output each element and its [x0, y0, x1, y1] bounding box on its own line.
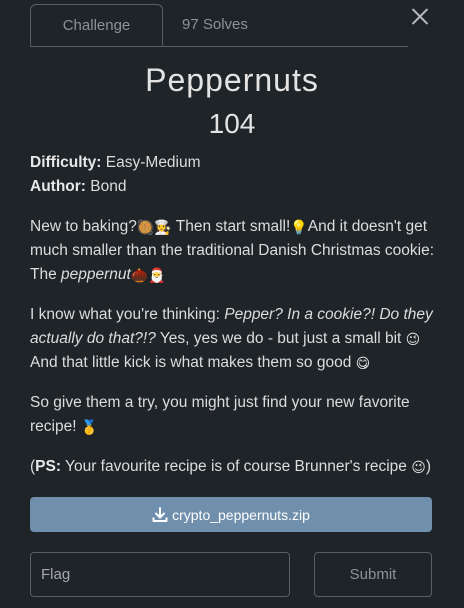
paragraph-3: So give them a try, you might just find …	[30, 391, 440, 439]
challenge-points: 104	[208, 108, 256, 139]
chestnut-icon: 🌰	[130, 267, 149, 283]
p4-label: PS:	[35, 458, 62, 475]
p1-text-a: New to baking?	[30, 218, 137, 235]
paragraph-4: (PS: Your favourite recipe is of course …	[30, 455, 440, 479]
challenge-description: Difficulty: Easy-Medium Author: Bond New…	[30, 151, 440, 479]
download-icon	[152, 506, 168, 522]
p2-text-b: Yes, yes we do - but just a small bit	[155, 330, 406, 347]
p4-text: Your favourite recipe is of course Brunn…	[61, 458, 412, 475]
difficulty-value: Easy-Medium	[105, 154, 201, 171]
medal-icon: 🥇	[80, 419, 99, 435]
author-value: Bond	[90, 178, 127, 195]
yum-icon: 😋	[355, 355, 371, 371]
tab-bar: Challenge 97 Solves	[30, 2, 408, 47]
lightbulb-icon: 💡	[290, 219, 308, 235]
tab-challenge[interactable]: Challenge	[30, 4, 163, 46]
close-icon[interactable]	[408, 4, 432, 28]
paragraph-2: I know what you're thinking: Pepper? In …	[30, 303, 440, 375]
challenge-title: Peppernuts	[145, 62, 319, 98]
paragraph-1: New to baking?🥘👩‍🍳 Then start small!💡And…	[30, 215, 440, 287]
santa-icon: 🎅	[148, 267, 166, 283]
difficulty-label: Difficulty:	[30, 154, 102, 171]
author-line: Author: Bond	[30, 175, 440, 199]
cook-icon: 👩‍🍳	[154, 219, 172, 235]
p1-italic: peppernut	[61, 266, 131, 283]
file-name: crypto_peppernuts.zip	[172, 506, 310, 523]
difficulty-line: Difficulty: Easy-Medium	[30, 151, 440, 175]
wink-icon: 😉	[405, 331, 421, 347]
p4-close: )	[425, 458, 431, 475]
p2-text-a: I know what you're thinking:	[30, 306, 225, 323]
flag-input[interactable]	[30, 552, 290, 597]
file-download-button[interactable]: crypto_peppernuts.zip	[30, 497, 432, 532]
tab-solves[interactable]: 97 Solves	[166, 4, 286, 46]
submit-button[interactable]: Submit	[314, 552, 432, 597]
p2-text-c: And that little kick is what makes them …	[30, 354, 356, 371]
wink-icon: 😉	[411, 459, 426, 475]
author-label: Author:	[30, 178, 86, 195]
pan-icon: 🥘	[136, 219, 155, 235]
p1-text-b: Then start small!	[175, 218, 291, 235]
